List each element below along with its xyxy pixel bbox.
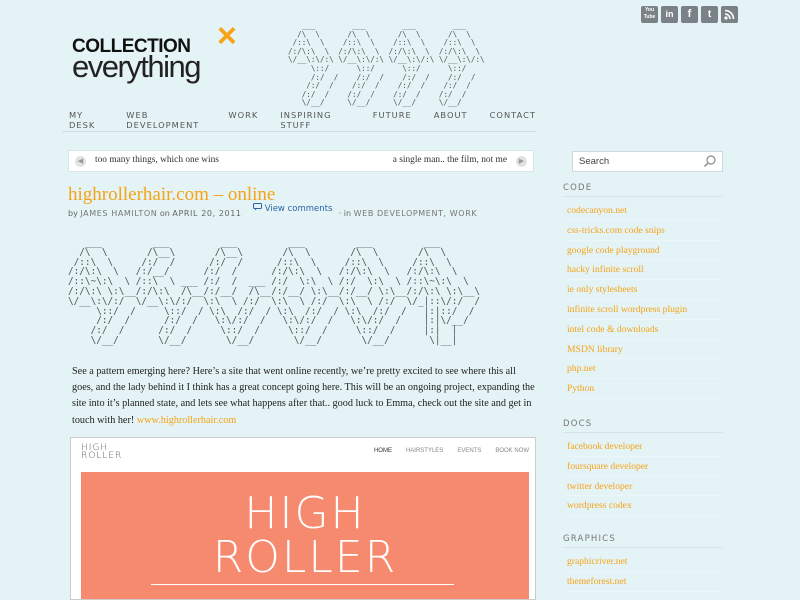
sidebar-section-graphics: GRAPHICS graphicriver.net themeforest.ne…: [563, 534, 723, 592]
comments-link[interactable]: View comments: [253, 203, 332, 214]
youtube-icon[interactable]: You Tube: [641, 6, 658, 23]
meta-in: · in: [338, 209, 352, 218]
site-logo[interactable]: COLLECTION × everything: [72, 19, 277, 87]
nav-item-contact[interactable]: CONTACT: [490, 110, 536, 131]
comments-label: View comments: [264, 204, 333, 214]
screenshot-hero: HIGH ROLLER: [81, 472, 529, 599]
meta-on: on: [159, 209, 170, 218]
sidebar-link[interactable]: facebook developer: [567, 437, 723, 457]
sidebar-link[interactable]: codecanyon.net: [567, 201, 723, 221]
sidebar-link[interactable]: foursquare developer: [567, 457, 723, 477]
sidebar: CODE codecanyon.net css-tricks.com code …: [563, 183, 723, 592]
categories-link[interactable]: WEB DEVELOPMENT, WORK: [354, 209, 478, 218]
nav-item-future[interactable]: FUTURE: [373, 110, 412, 131]
screenshot-nav-events: EVENTS: [457, 448, 482, 454]
sidebar-link[interactable]: MSDN library: [567, 340, 723, 360]
facebook-icon[interactable]: f: [681, 6, 698, 23]
previous-post-link[interactable]: too many things, which one wins: [95, 155, 219, 165]
sidebar-link[interactable]: google code playground: [567, 241, 723, 261]
logo-line2: everything: [72, 49, 202, 84]
screenshot-nav-book-now: BOOK NOW: [495, 448, 529, 454]
author-link[interactable]: JAMES HAMILTON: [80, 209, 157, 218]
hero-divider: [151, 584, 454, 585]
nav-item-work[interactable]: WORK: [228, 110, 258, 131]
sidebar-section-code: CODE codecanyon.net css-tricks.com code …: [563, 183, 723, 399]
screenshot-hero-title: HIGH ROLLER: [81, 492, 529, 580]
linkedin-icon[interactable]: in: [661, 6, 678, 23]
comment-icon: [253, 203, 262, 211]
screenshot-header: HIGH ROLLER HOME HAIRSTYLES EVENTS BOOK …: [71, 438, 535, 468]
header-ascii-art: ___ ___ ___ ___ /\ \ /\ \ /\ \ /\ \ /::\…: [288, 21, 485, 108]
nav-item-my-desk[interactable]: MY DESK: [69, 110, 105, 131]
sidebar-link[interactable]: ie only stylesheets: [567, 280, 723, 300]
search-icon[interactable]: [703, 154, 717, 168]
social-links: You Tube in f t: [641, 6, 738, 23]
logo-x-mark: ×: [217, 17, 237, 55]
nav-item-web-development[interactable]: WEB DEVELOPMENT: [126, 110, 207, 131]
sidebar-heading-code: CODE: [563, 183, 723, 197]
post-image[interactable]: HIGH ROLLER HOME HAIRSTYLES EVENTS BOOK …: [70, 437, 536, 600]
twitter-icon[interactable]: t: [701, 6, 718, 23]
meta-by: by: [68, 209, 78, 218]
post-date: APRIL 20, 2011: [172, 209, 242, 218]
rss-icon[interactable]: [721, 6, 738, 23]
post-navigation: ◀ too many things, which one wins a sing…: [68, 150, 534, 172]
sidebar-link[interactable]: infinite scroll wordpress plugin: [567, 300, 723, 320]
next-post-link[interactable]: a single man.. the film, not me: [393, 155, 507, 165]
post-body: See a pattern emerging here? Here’s a si…: [72, 364, 538, 429]
screenshot-nav-home: HOME: [373, 448, 392, 454]
hero-line1: HIGH: [244, 488, 366, 539]
screenshot-nav: HOME HAIRSTYLES EVENTS BOOK NOW: [374, 448, 529, 454]
main-nav: MY DESK WEB DEVELOPMENT WORK INSPIRING S…: [62, 110, 536, 132]
nav-item-inspiring-stuff[interactable]: INSPIRING STUFF: [280, 110, 350, 131]
sidebar-link[interactable]: intel code & downloads: [567, 320, 723, 340]
sidebar-link[interactable]: css-tricks.com code snips: [567, 221, 723, 241]
hero-line2: ROLLER: [212, 532, 398, 583]
next-arrow-icon[interactable]: ▶: [516, 156, 527, 167]
sidebar-link[interactable]: twitter developer: [567, 477, 723, 497]
sidebar-link[interactable]: php.net: [567, 359, 723, 380]
sidebar-heading-graphics: GRAPHICS: [563, 534, 723, 549]
post-meta: by JAMES HAMILTON on APRIL 20, 2011 · in…: [68, 203, 478, 218]
sidebar-heading-docs: DOCS: [563, 419, 723, 433]
search-input[interactable]: Search: [572, 151, 723, 172]
sidebar-section-docs: DOCS facebook developer foursquare devel…: [563, 419, 723, 517]
sidebar-link[interactable]: hacky infinite scroll: [567, 260, 723, 281]
sidebar-link[interactable]: wordpress codex: [567, 496, 723, 517]
post-body-link[interactable]: www.highrollerhair.com: [137, 415, 237, 426]
sidebar-link[interactable]: Python: [567, 379, 723, 399]
search-placeholder: Search: [579, 156, 610, 167]
previous-arrow-icon[interactable]: ◀: [75, 156, 86, 167]
post-ascii-art: ___ ___ ___ ___ ___ ___ /\ \ /\__\ /\__\…: [68, 237, 481, 346]
sidebar-link[interactable]: themeforest.net: [567, 572, 723, 592]
screenshot-nav-hairstyles: HAIRSTYLES: [405, 448, 444, 454]
screenshot-logo: HIGH ROLLER: [81, 444, 123, 461]
sidebar-link[interactable]: graphicriver.net: [567, 552, 723, 572]
post-title[interactable]: highrollerhair.com – online: [68, 184, 275, 206]
screenshot-logo-line2: ROLLER: [81, 451, 123, 461]
nav-item-about[interactable]: ABOUT: [434, 110, 468, 131]
